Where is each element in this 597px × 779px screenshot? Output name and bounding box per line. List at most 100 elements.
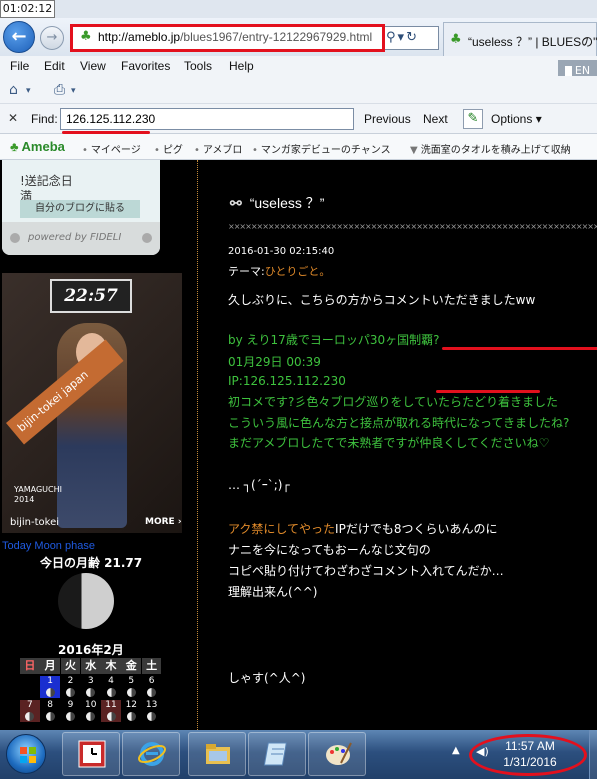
clock-highlight-ring [469,734,587,776]
menu-file[interactable]: File [10,59,29,73]
calendar-day-holiday: 11 [101,700,121,722]
start-button[interactable] [6,734,46,774]
find-options-label: Options [491,112,533,126]
close-icon[interactable]: ✕ [8,111,18,125]
address-bar-icons[interactable]: ⚲▾↻ [386,30,419,45]
moon-phase-icon [45,688,55,697]
post-text: … ┐(´ｰ`;)┌ [228,478,290,492]
refresh-icon[interactable]: ↻ [406,30,419,45]
menu-favorites[interactable]: Favorites [121,59,170,73]
back-button[interactable]: ← [3,21,35,53]
keyboard-icon [564,65,572,77]
post-text: しゃす(^人^) [228,671,306,685]
taskbar-explorer[interactable] [188,732,246,776]
post-title-text: “useless ？” [249,195,325,211]
folder-icon [206,744,230,764]
menu-edit[interactable]: Edit [44,59,65,73]
moon-phase-link[interactable]: Today Moon phase [2,540,95,552]
post-text: アク禁にしてやったIPだけでも8つくらいあんのに [228,520,497,537]
fav-link-manga[interactable]: • マンガ家デビューのチャンス [252,141,391,156]
theme-link[interactable]: ひとりごと。 [265,265,331,278]
tab-favicon-icon: ♣ [450,32,462,47]
find-previous-button[interactable]: Previous [364,112,411,126]
dropdown-icon[interactable]: ▾ [398,30,407,45]
widget-dot-icon [10,233,20,243]
show-desktop-button[interactable] [589,730,597,779]
moon-phase-icon [126,688,136,697]
menu-help[interactable]: Help [229,59,254,73]
fav-link-ameblo[interactable]: • アメブロ [194,141,242,156]
taskbar-clock-app[interactable] [62,732,120,776]
ameba-toolbar: ♣ Ameba • マイページ • ピグ • アメブロ • マンガ家デビューのチャンス ▼… [0,134,597,160]
browser-tab[interactable]: ♣ “useless ？” | BLUESの"B [443,22,597,56]
print-dropdown-icon[interactable]: ▾ [71,86,76,96]
moon-phase-icon [86,688,96,697]
fav-link-label: アメブロ [202,145,243,156]
find-options-button[interactable]: Options ▾ [491,112,542,126]
home-icon[interactable]: ⌂ [9,82,18,98]
widget-footer: powered by FIDELI [2,222,160,255]
post-title[interactable]: ⚯ “useless ？” [230,193,324,213]
moon-phase-icon [65,712,75,721]
ip-label: IP: [228,374,243,388]
moon-phase-icon [106,712,116,721]
calendar-day: 9 [61,700,81,722]
calendar-week: 1 2 3 4 5 6 [20,676,162,698]
url-highlight-box [70,24,385,52]
search-icon[interactable]: ⚲ [386,30,398,45]
windows-taskbar: ▲ ◀) 11:57 AM 1/31/2016 [0,730,597,779]
address-bar-row: ← → ♣ http://ameblo.jp/blues1967/entry-1… [0,18,597,56]
calendar-day: 13 [142,700,162,722]
paste-to-blog-button[interactable]: 自分のブログに貼る [20,200,140,218]
forward-button[interactable]: → [40,26,64,50]
menu-tools[interactable]: Tools [184,59,212,73]
calendar-day: 8 [40,700,60,722]
tab-title: “useless ？” | BLUESの"B [468,35,597,49]
bone-icon: ⚯ [230,195,242,211]
ip-value: 126.125.112.230 [242,374,346,388]
ad-more-link[interactable]: MORE › [145,517,182,527]
menu-view[interactable]: View [80,59,106,73]
weekday-fri: 金 [121,658,142,674]
calendar-day: 7 [20,700,40,722]
find-input[interactable]: 126.125.112.230 [60,108,354,130]
calendar-title: 2016年2月 [58,643,124,657]
ameba-brand: Ameba [21,139,65,154]
comment-ip: IP:126.125.112.230 [228,374,346,388]
bijin-tokei-widget[interactable]: 22:57 bijin-tokei japan YAMAGUCHI 2014 bi… [2,273,182,533]
author-underline [442,347,597,350]
blog-post: ⚯ “useless ？” ×××××××××××××××××××××××××××… [197,160,597,730]
post-separator: ××××××××××××××××××××××××××××××××××××××××… [228,224,597,230]
highlight-pen-icon[interactable]: ✎ [463,109,483,129]
clock-app-icon [78,740,106,768]
moon-phase-icon [126,712,136,721]
calendar-day-today: 1 [40,676,61,698]
post-theme: テーマ:ひとりごと。 [228,263,330,279]
moon-calendar: 日 月 火 水 木 金 土 1 2 3 4 5 6 7 8 9 10 11 12… [20,658,162,722]
print-icon[interactable]: ⎙ [54,82,65,98]
theme-label: テーマ: [228,265,265,278]
calendar-day: 3 [81,676,101,698]
taskbar-ie[interactable] [122,732,180,776]
home-dropdown-icon[interactable]: ▾ [26,86,31,96]
fav-link-mypage[interactable]: • マイページ [82,141,141,156]
moon-age: 今日の月齢 21.77 [40,556,143,570]
comment-author-link[interactable]: えり17歳でヨーロッパ30ヶ国制覇? [247,333,440,347]
time-board: 22:57 [50,279,132,313]
tray-expand-icon[interactable]: ▲ [452,745,460,756]
fav-link-towel[interactable]: ▼ 洗面室のタオルを積み上げて収納 [410,141,571,156]
weekday-mon: 月 [40,658,61,674]
taskbar-paint[interactable] [308,732,366,776]
fav-link-pigg[interactable]: • ピグ [154,141,183,156]
calendar-day: 10 [81,700,101,722]
ameba-logo[interactable]: ♣ Ameba [10,139,65,154]
calendar-header: 日 月 火 水 木 金 土 [20,658,162,674]
comment-text: 初コメです?彡色々ブログ巡りをしていたらたどり着きました [228,395,559,409]
ad-sub-line: YAMAGUCHI [14,485,62,494]
moon-phase-icon [65,688,75,697]
moon-phase-icon [45,712,55,721]
taskbar-notepad[interactable] [248,732,306,776]
find-next-button[interactable]: Next [423,112,448,126]
ad-sub-line: 2014 [14,495,35,504]
calendar-day [20,676,40,698]
